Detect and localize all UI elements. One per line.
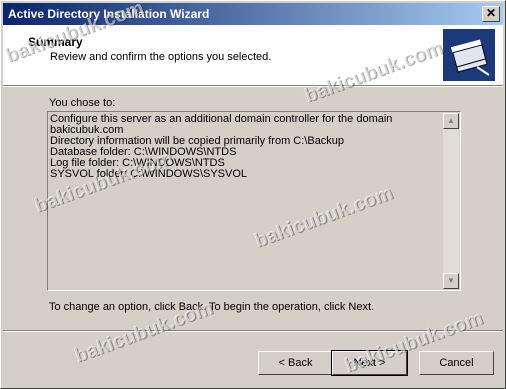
summary-textbox[interactable]: Configure this server as an additional d…	[47, 111, 461, 291]
header-separator	[3, 86, 503, 87]
cancel-button[interactable]: Cancel	[419, 351, 494, 375]
back-button[interactable]: < Back	[258, 351, 333, 375]
summary-label: You chose to:	[49, 97, 116, 109]
close-button[interactable]: ✕	[482, 6, 500, 22]
scroll-up-button[interactable]: ▲	[443, 113, 459, 129]
vertical-scrollbar[interactable]: ▲ ▼	[443, 113, 459, 289]
scroll-down-button[interactable]: ▼	[443, 273, 459, 289]
wizard-book-icon	[443, 29, 495, 81]
page-subtitle: Review and confirm the options you selec…	[50, 51, 272, 63]
wizard-window: Active Directory Installation Wizard ✕ S…	[0, 0, 506, 389]
